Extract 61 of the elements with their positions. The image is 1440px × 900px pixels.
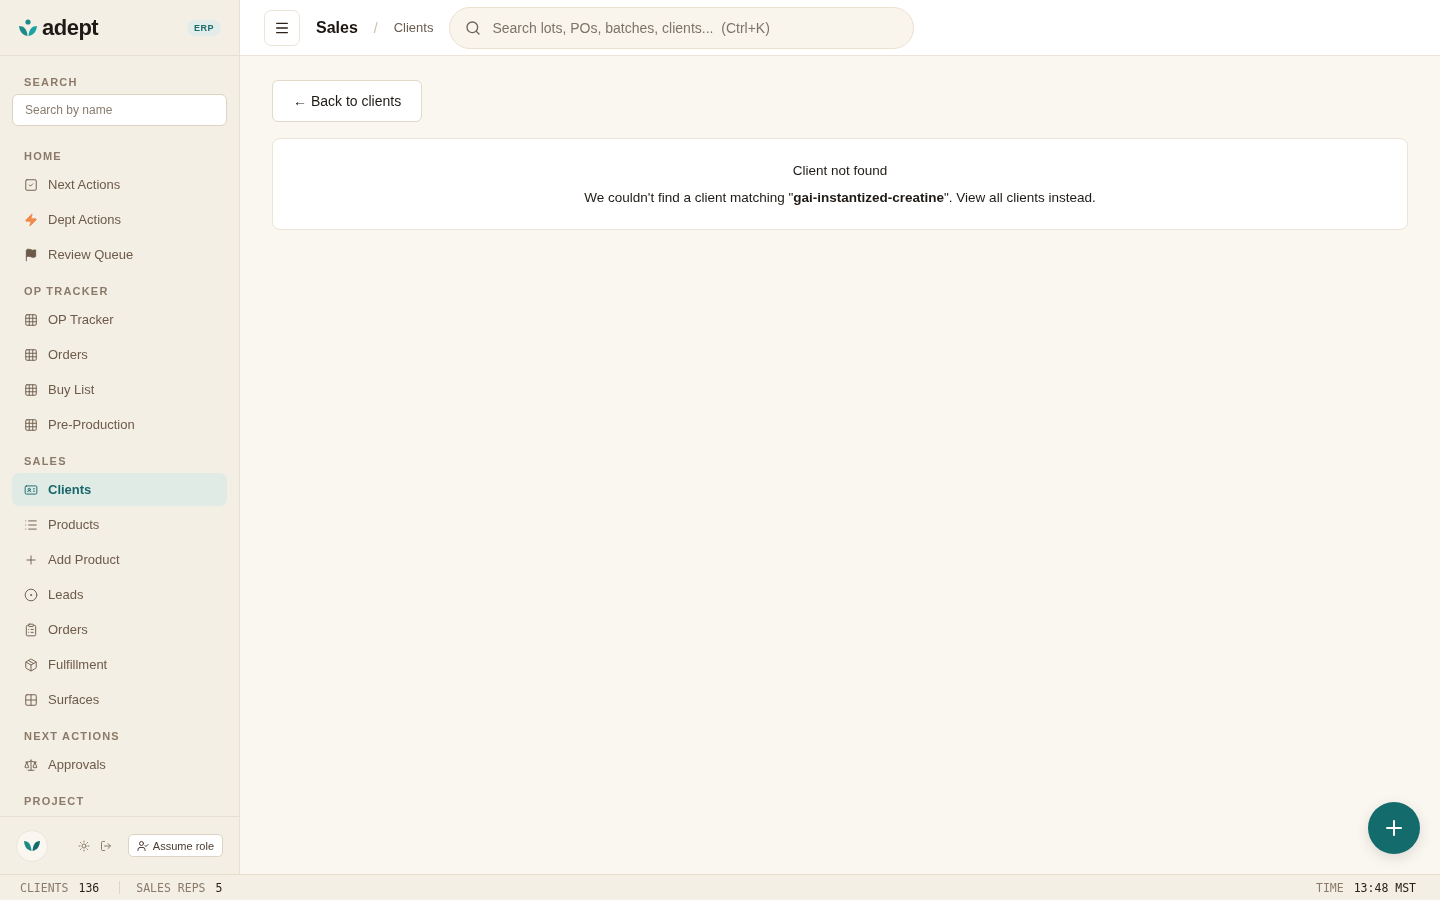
status-label: CLIENTS [20, 880, 69, 895]
sidebar-item[interactable]: Orders [12, 613, 227, 646]
section-title: SALES [23, 455, 68, 467]
logout-icon[interactable] [100, 839, 112, 852]
sidebar-item[interactable]: Clients [12, 473, 227, 506]
section-title: PROJECT [23, 795, 86, 807]
menu-button[interactable] [264, 9, 300, 46]
status-label: SALES REPS [136, 880, 206, 895]
section-title: SEARCH [23, 76, 79, 88]
breadcrumb-separator: / [373, 19, 378, 36]
global-search-field[interactable]: Search lots, POs, batches, clients... (Ctrl+K) [449, 6, 915, 49]
checkbox-icon [24, 177, 38, 192]
sidebar-item[interactable]: Surfaces [12, 683, 227, 716]
table-icon [24, 312, 38, 327]
sidebar-item[interactable]: Fulfillment [12, 648, 227, 681]
sidebar-item[interactable]: Products [12, 508, 227, 541]
leaf-logo-icon [18, 17, 38, 38]
breadcrumb-item[interactable]: Clients [393, 20, 434, 35]
id-card-icon [24, 482, 38, 497]
package-icon [24, 657, 38, 672]
search-field[interactable]: Search by name [12, 94, 227, 126]
flag-icon [24, 247, 38, 262]
back-button[interactable]: ← Back to clients [272, 80, 423, 122]
avatar[interactable] [16, 829, 48, 862]
plus-icon [24, 552, 38, 567]
sidebar-item[interactable]: Next Actions [12, 168, 227, 201]
table-icon [24, 347, 38, 362]
sidebar-item[interactable]: Approvals [12, 748, 227, 781]
notice-title: Client not found [792, 163, 888, 178]
target-icon [24, 587, 38, 602]
status-value: 136 [78, 880, 100, 895]
status-label: TIME [1316, 880, 1344, 895]
section-title: HOME [23, 150, 63, 162]
notice-message: We couldn't find a client matching "gai-instantized-creatine". View all clients instead. [584, 190, 1096, 205]
search-icon [465, 19, 482, 36]
sidebar-item[interactable]: Dept Actions [12, 203, 227, 236]
status-value: 13:48 MST [1353, 880, 1416, 895]
sidebar-item[interactable]: OP Tracker [12, 303, 227, 336]
add-button[interactable] [1368, 802, 1420, 854]
sidebar-item[interactable]: Buy List [12, 373, 227, 406]
breadcrumb-item[interactable]: Sales [316, 18, 358, 37]
user-check-icon [136, 839, 149, 852]
sidebar-item[interactable]: Review Queue [12, 238, 227, 271]
erp-badge: ERP [187, 19, 221, 36]
sidebar-item[interactable]: Pre-Production [12, 408, 227, 441]
status-value: 5 [215, 880, 223, 895]
sidebar-item[interactable]: Leads [12, 578, 227, 611]
assume-role-button[interactable]: Assume role [127, 834, 223, 857]
sidebar-item[interactable]: Orders [12, 338, 227, 371]
table-icon [24, 417, 38, 432]
brand-name: adept [42, 14, 99, 41]
section-title: NEXT ACTIONS [23, 730, 121, 742]
lightning-icon [24, 212, 38, 227]
sidebar-item[interactable]: Add Product [12, 543, 227, 576]
grid-icon [24, 692, 38, 707]
list-icon [24, 517, 38, 532]
leaf-icon [24, 839, 40, 852]
clipboard-icon [24, 622, 38, 637]
table-icon [24, 382, 38, 397]
scale-icon [24, 757, 38, 772]
section-title: OP TRACKER [23, 285, 110, 297]
